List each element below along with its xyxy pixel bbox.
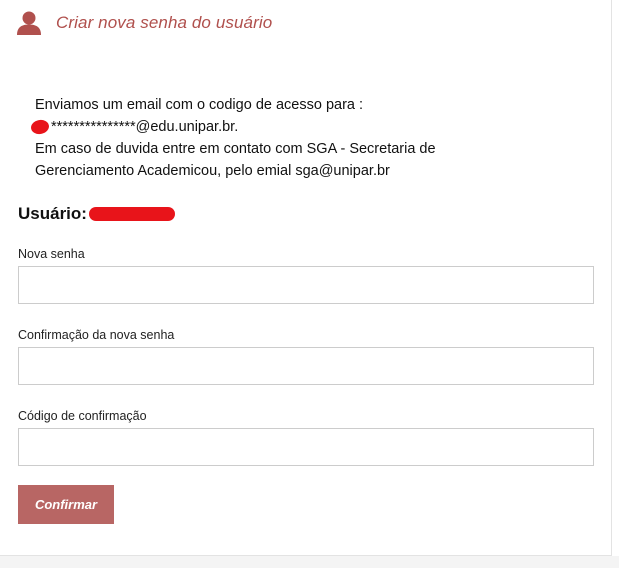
new-password-label: Nova senha bbox=[18, 247, 85, 261]
message-line-email: ***************@edu.unipar.br. bbox=[29, 116, 595, 138]
message-line-3: Em caso de duvida entre em contato com S… bbox=[35, 141, 436, 157]
username-row: Usuário: bbox=[18, 204, 175, 224]
confirm-password-label: Confirmação da nova senha bbox=[18, 328, 175, 342]
username-label: Usuário: bbox=[18, 204, 87, 223]
page-bottom-strip bbox=[0, 556, 619, 568]
message-line-1: Enviamos um email com o codigo de acesso… bbox=[35, 97, 364, 113]
page-header: Criar nova senha do usuário bbox=[16, 9, 272, 37]
confirmation-code-input[interactable] bbox=[18, 428, 594, 466]
page-title: Criar nova senha do usuário bbox=[56, 13, 273, 32]
confirm-button[interactable]: Confirmar bbox=[18, 485, 114, 524]
confirm-password-input[interactable] bbox=[18, 347, 594, 385]
user-icon bbox=[17, 11, 41, 35]
masked-email: ***************@edu.unipar.br. bbox=[51, 119, 239, 135]
confirmation-code-label: Código de confirmação bbox=[18, 409, 147, 423]
redaction-mark bbox=[29, 118, 51, 136]
message-line-4: Gerenciamento Academicou, pelo emial sga… bbox=[35, 163, 390, 179]
info-message: Enviamos um email com o codigo de acesso… bbox=[29, 94, 595, 182]
username-redaction bbox=[88, 207, 175, 221]
new-password-input[interactable] bbox=[18, 266, 594, 304]
password-reset-panel: Criar nova senha do usuário Enviamos um … bbox=[0, 0, 612, 556]
